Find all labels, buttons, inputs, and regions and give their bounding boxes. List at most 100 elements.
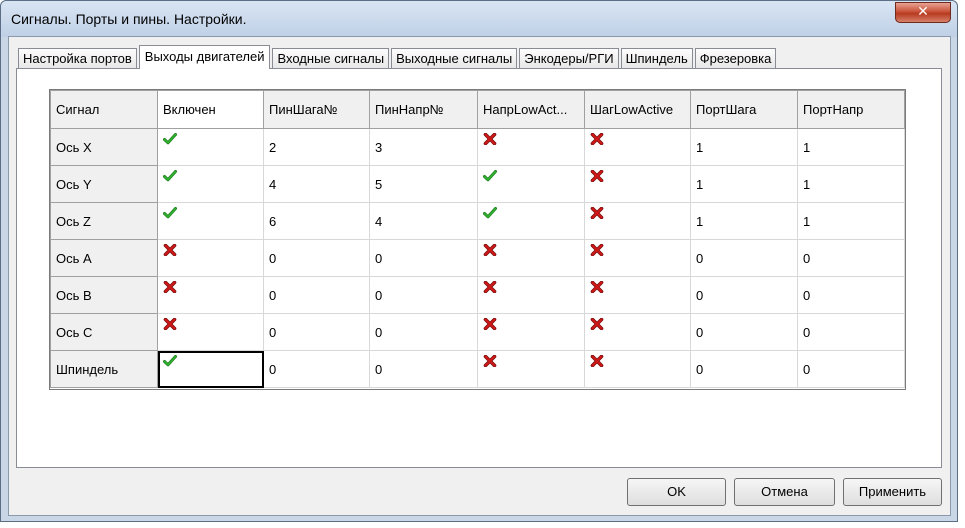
- step-port-cell[interactable]: 1: [690, 128, 798, 166]
- enabled-cell[interactable]: [157, 276, 264, 314]
- green-check-icon: [163, 207, 177, 222]
- step-port-cell[interactable]: 1: [690, 165, 798, 203]
- red-x-icon: [163, 281, 177, 296]
- red-x-icon: [590, 244, 604, 259]
- green-check-icon: [163, 170, 177, 185]
- row-header-signal[interactable]: Ось B: [50, 276, 158, 314]
- dir-low-active-cell[interactable]: [477, 239, 585, 277]
- tab-spindle[interactable]: Шпиндель: [620, 48, 693, 69]
- dir-pin-cell[interactable]: 0: [369, 276, 478, 314]
- step-pin-cell[interactable]: 0: [263, 313, 370, 351]
- green-check-icon: [483, 207, 497, 222]
- step-pin-cell[interactable]: 0: [263, 276, 370, 314]
- enabled-cell[interactable]: [157, 128, 264, 166]
- dir-port-cell[interactable]: 0: [797, 350, 905, 388]
- dir-low-active-cell[interactable]: [477, 350, 585, 388]
- col-header-step-pin[interactable]: ПинШага№: [263, 90, 370, 129]
- row-header-signal[interactable]: Шпиндель: [50, 350, 158, 388]
- row-header-signal[interactable]: Ось A: [50, 239, 158, 277]
- table-row: Ось Z 64 11: [50, 202, 905, 240]
- step-port-cell[interactable]: 1: [690, 202, 798, 240]
- tab-output-signals[interactable]: Выходные сигналы: [391, 48, 518, 69]
- dir-port-cell[interactable]: 0: [797, 313, 905, 351]
- red-x-icon: [590, 355, 604, 370]
- red-x-icon: [483, 133, 497, 148]
- dir-port-cell[interactable]: 0: [797, 239, 905, 277]
- dir-pin-cell[interactable]: 3: [369, 128, 478, 166]
- dir-pin-cell[interactable]: 0: [369, 350, 478, 388]
- apply-button[interactable]: Применить: [843, 478, 942, 506]
- motor-outputs-grid: Сигнал Включен ПинШага№ ПинНапр№ НапрLow…: [50, 90, 905, 388]
- grid-header-row: Сигнал Включен ПинШага№ ПинНапр№ НапрLow…: [50, 90, 905, 129]
- enabled-cell[interactable]: [157, 202, 264, 240]
- row-header-signal[interactable]: Ось Y: [50, 165, 158, 203]
- step-pin-cell[interactable]: 2: [263, 128, 370, 166]
- col-header-step-port[interactable]: ПортШага: [690, 90, 798, 129]
- title-bar: Сигналы. Порты и пины. Настройки. ✕: [1, 1, 957, 37]
- row-header-signal[interactable]: Ось X: [50, 128, 158, 166]
- tab-port-setup[interactable]: Настройка портов: [18, 48, 137, 69]
- table-row: Ось Y 45 11: [50, 165, 905, 203]
- col-header-dir-low-active[interactable]: НапрLowAct...: [477, 90, 585, 129]
- enabled-cell[interactable]: [157, 165, 264, 203]
- red-x-icon: [590, 281, 604, 296]
- row-header-signal[interactable]: Ось C: [50, 313, 158, 351]
- dir-pin-cell[interactable]: 4: [369, 202, 478, 240]
- dir-low-active-cell[interactable]: [477, 128, 585, 166]
- dir-pin-cell[interactable]: 0: [369, 313, 478, 351]
- red-x-icon: [483, 355, 497, 370]
- dir-low-active-cell[interactable]: [477, 202, 585, 240]
- red-x-icon: [483, 281, 497, 296]
- green-check-icon: [163, 355, 177, 370]
- tab-panel-motor-outputs: Сигнал Включен ПинШага№ ПинНапр№ НапрLow…: [16, 68, 942, 468]
- table-row: Ось A0000: [50, 239, 905, 277]
- col-header-enabled[interactable]: Включен: [157, 90, 264, 129]
- dir-port-cell[interactable]: 1: [797, 128, 905, 166]
- col-header-signal[interactable]: Сигнал: [50, 90, 158, 129]
- step-low-active-cell[interactable]: [584, 202, 691, 240]
- step-pin-cell[interactable]: 0: [263, 350, 370, 388]
- step-port-cell[interactable]: 0: [690, 276, 798, 314]
- dir-pin-cell[interactable]: 5: [369, 165, 478, 203]
- step-pin-cell[interactable]: 4: [263, 165, 370, 203]
- dir-low-active-cell[interactable]: [477, 165, 585, 203]
- step-low-active-cell[interactable]: [584, 128, 691, 166]
- close-button[interactable]: ✕: [895, 2, 951, 23]
- step-low-active-cell[interactable]: [584, 313, 691, 351]
- col-header-step-low-active[interactable]: ШагLowActive: [584, 90, 691, 129]
- red-x-icon: [163, 318, 177, 333]
- ok-button[interactable]: OK: [627, 478, 726, 506]
- cancel-button[interactable]: Отмена: [734, 478, 835, 506]
- red-x-icon: [590, 318, 604, 333]
- table-row: Шпиндель 0 0 0 0: [50, 350, 905, 388]
- dir-port-cell[interactable]: 1: [797, 165, 905, 203]
- enabled-cell[interactable]: [157, 313, 264, 351]
- row-header-signal[interactable]: Ось Z: [50, 202, 158, 240]
- dir-port-cell[interactable]: 0: [797, 276, 905, 314]
- step-port-cell[interactable]: 0: [690, 239, 798, 277]
- dir-pin-cell[interactable]: 0: [369, 239, 478, 277]
- step-low-active-cell[interactable]: [584, 239, 691, 277]
- step-pin-cell[interactable]: 0: [263, 239, 370, 277]
- tab-motor-outputs[interactable]: Выходы двигателей: [138, 45, 271, 69]
- col-header-dir-pin[interactable]: ПинНапр№: [369, 90, 478, 129]
- red-x-icon: [483, 318, 497, 333]
- step-pin-cell[interactable]: 6: [263, 202, 370, 240]
- enabled-cell[interactable]: [157, 239, 264, 277]
- col-header-dir-port[interactable]: ПортНапр: [797, 90, 905, 129]
- step-port-cell[interactable]: 0: [690, 350, 798, 388]
- step-port-cell[interactable]: 0: [690, 313, 798, 351]
- green-check-icon: [483, 170, 497, 185]
- tab-milling[interactable]: Фрезеровка: [694, 48, 777, 69]
- table-row: Ось C0000: [50, 313, 905, 351]
- step-low-active-cell[interactable]: [584, 350, 691, 388]
- tab-input-signals[interactable]: Входные сигналы: [272, 48, 390, 69]
- step-low-active-cell[interactable]: [584, 276, 691, 314]
- dir-low-active-cell[interactable]: [477, 276, 585, 314]
- step-low-active-cell[interactable]: [584, 165, 691, 203]
- dir-port-cell[interactable]: 1: [797, 202, 905, 240]
- dir-low-active-cell[interactable]: [477, 313, 585, 351]
- enabled-cell[interactable]: [157, 350, 264, 388]
- window-title: Сигналы. Порты и пины. Настройки.: [11, 11, 247, 27]
- tab-encoders[interactable]: Энкодеры/РГИ: [519, 48, 619, 69]
